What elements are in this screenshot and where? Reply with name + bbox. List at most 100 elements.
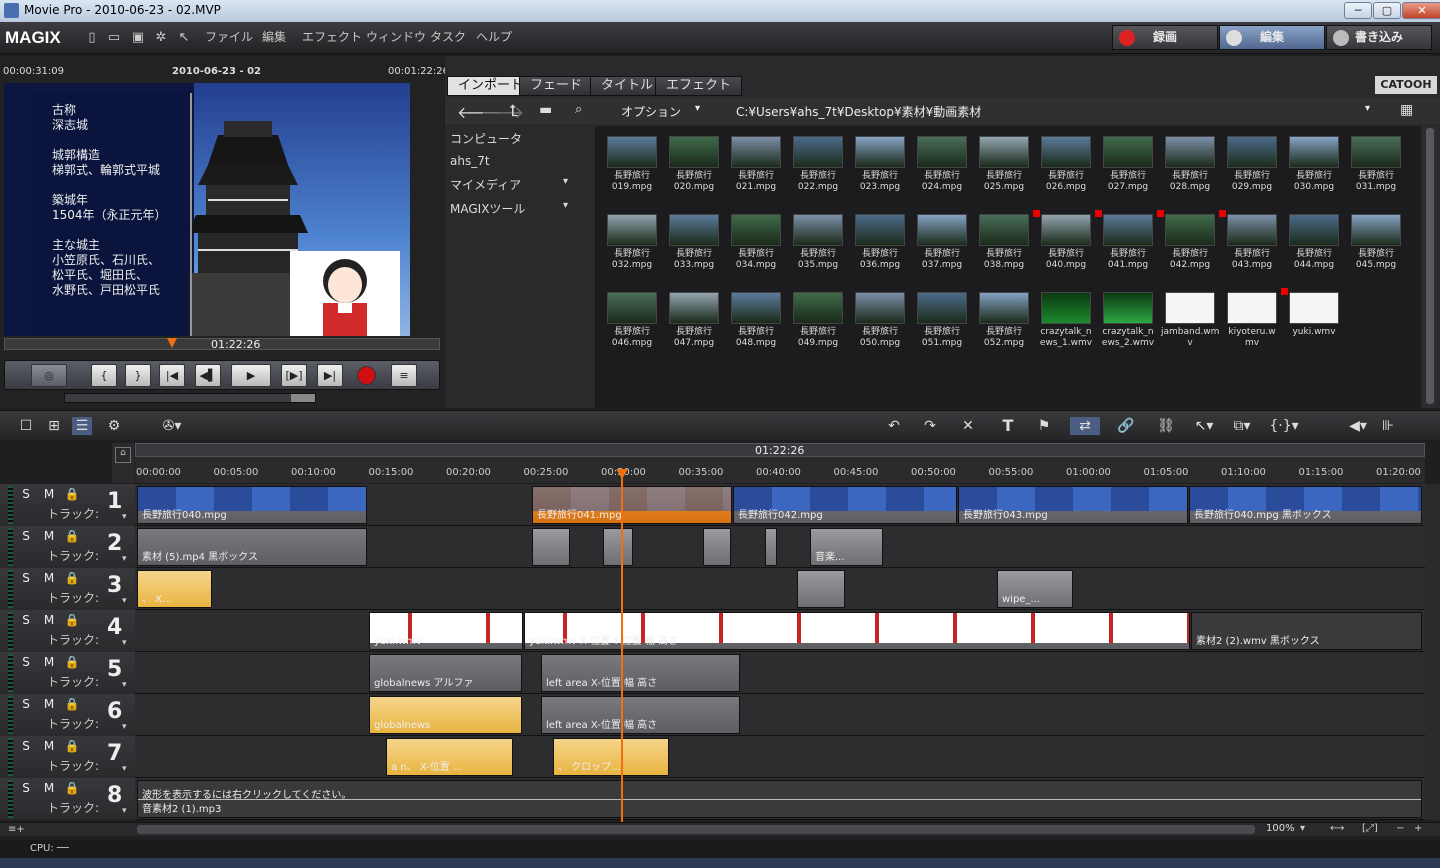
options-dropdown[interactable]: オプション (621, 103, 681, 120)
media-thumbnail[interactable]: 長野旅行 050.mpg (851, 292, 909, 362)
media-clip[interactable]: 長野旅行043.mpg (958, 486, 1188, 524)
zoom-fit-icon[interactable]: ⟷ (1330, 823, 1344, 834)
scrubber-handle[interactable] (167, 338, 177, 348)
marker-flag-icon[interactable]: ⚑ (1034, 417, 1054, 435)
zoom-in-icon[interactable]: + (1414, 823, 1422, 834)
mark-out-button[interactable]: } (125, 364, 151, 387)
media-clip[interactable]: 、 X... (137, 570, 212, 608)
ungroup-icon[interactable]: ⛓ (1152, 417, 1180, 435)
film-reel-dropdown-icon[interactable]: ✇▾ (156, 417, 188, 435)
timeline-track[interactable]: S M 🔒 トラック: 2 ▾ 素材 (5).mp4 黒ボックス 音楽... (0, 526, 1425, 568)
media-thumbnail[interactable]: 長野旅行 024.mpg (913, 136, 971, 206)
media-clip[interactable]: 長野旅行041.mpg (532, 486, 732, 524)
pool-scroll-thumb[interactable] (1426, 128, 1434, 404)
ripple-mode-icon[interactable]: ⇄ (1070, 417, 1100, 435)
media-thumbnail[interactable]: 長野旅行 020.mpg (665, 136, 723, 206)
up-folder-icon[interactable]: ⮤ (509, 101, 518, 121)
media-clip[interactable]: globalnews (369, 696, 522, 734)
folder-icon[interactable]: ▬ (539, 102, 552, 118)
zoom-all-icon[interactable]: [⤢] (1362, 823, 1378, 834)
volume-handle[interactable] (291, 394, 315, 402)
media-thumbnail[interactable]: 長野旅行 026.mpg (1037, 136, 1095, 206)
play-button[interactable]: ▶ (231, 364, 271, 387)
minimize-button[interactable]: ─ (1344, 2, 1372, 19)
timeline-view-icon[interactable]: ☰ (72, 417, 92, 435)
go-to-start-button[interactable]: |◀ (159, 364, 185, 387)
media-clip[interactable]: 素材2 (2).wmv 黒ボックス (1191, 612, 1422, 650)
speaker-icon[interactable]: ◀▾ (1344, 417, 1372, 435)
pool-scrollbar[interactable] (1423, 126, 1437, 408)
menu-edit[interactable]: 編集 (262, 28, 286, 45)
mode-edit-button[interactable]: 編集 (1219, 25, 1325, 50)
lock-icon[interactable]: 🔒 (64, 655, 80, 669)
h-scroll-thumb[interactable] (137, 825, 1255, 834)
storyboard-icon[interactable]: ⊞ (44, 417, 64, 435)
video-screen[interactable]: 古称 深志城 城郭構造 梯郭式、輪郭式平城 築城年 1504年（永正元年） 主な… (4, 83, 410, 336)
playhead[interactable] (621, 470, 623, 822)
options-chevron-down-icon[interactable]: ▾ (695, 103, 700, 114)
step-back-button[interactable]: ◀▌ (195, 364, 221, 387)
timeline-track[interactable]: S M 🔒 トラック: 3 ▾ 、 X... wipe_... (0, 568, 1425, 610)
folder-path[interactable]: C:¥Users¥ahs_7t¥Desktop¥素材¥動画素材 (736, 103, 981, 120)
redo-icon[interactable]: ↷ (920, 417, 940, 435)
title-text-icon[interactable]: T (998, 417, 1018, 435)
solo-button[interactable]: S (18, 487, 34, 501)
media-thumbnail[interactable]: kiyoteru.w mv (1223, 292, 1281, 362)
media-thumbnail[interactable]: 長野旅行 045.mpg (1347, 214, 1405, 284)
media-thumbnail[interactable]: 長野旅行 046.mpg (603, 292, 661, 362)
lock-icon[interactable]: 🔒 (64, 613, 80, 627)
menu-help[interactable]: ヘルプ (476, 28, 512, 45)
media-thumbnail[interactable]: 長野旅行 040.mpg (1033, 210, 1095, 284)
tab-fade[interactable]: フェード (519, 76, 594, 96)
zoom-out-icon[interactable]: − (1396, 823, 1404, 834)
media-thumbnail[interactable]: crazytalk_n ews_2.wmv (1099, 292, 1157, 362)
media-clip[interactable] (797, 570, 845, 608)
media-thumbnail[interactable]: 長野旅行 049.mpg (789, 292, 847, 362)
media-clip[interactable]: a n、 X-位置 ... (386, 738, 513, 776)
track-chevron-icon[interactable]: ▾ (122, 596, 127, 606)
tracks-scrollbar[interactable] (1425, 484, 1440, 820)
media-clip[interactable] (765, 528, 777, 566)
mute-button[interactable]: M (41, 781, 57, 795)
media-thumbnail[interactable]: 長野旅行 029.mpg (1223, 136, 1281, 206)
media-thumbnail[interactable]: jamband.wm v (1161, 292, 1219, 362)
media-thumbnail[interactable]: 長野旅行 047.mpg (665, 292, 723, 362)
media-clip[interactable] (603, 528, 633, 566)
mixer-panel-icon[interactable]: ⊪ (1378, 417, 1398, 435)
close-button[interactable]: ✕ (1402, 2, 1440, 19)
volume-curve[interactable] (138, 799, 1421, 800)
record-button[interactable] (357, 366, 376, 385)
media-thumbnail[interactable]: 長野旅行 042.mpg (1157, 210, 1219, 284)
mute-button[interactable]: M (41, 529, 57, 543)
media-clip[interactable]: 音素材2 (1).mp3 波形を表示するには右クリックしてください。 (137, 780, 1422, 818)
media-clip[interactable]: 長野旅行040.mpg (137, 486, 367, 524)
track-chevron-icon[interactable]: ▾ (122, 764, 127, 774)
media-clip[interactable]: left area X-位置 幅 高さ (541, 654, 740, 692)
solo-button[interactable]: S (18, 781, 34, 795)
delete-icon[interactable]: ✕ (958, 417, 978, 435)
timeline-track[interactable]: S M 🔒 トラック: 1 ▾ 長野旅行040.mpg 長野旅行041.mpg 長野旅行042.… (0, 484, 1425, 526)
media-thumbnail[interactable]: crazytalk_n ews_1.wmv (1037, 292, 1095, 362)
mute-button[interactable]: M (41, 571, 57, 585)
track-chevron-icon[interactable]: ▾ (122, 638, 127, 648)
track-chevron-icon[interactable]: ▾ (122, 680, 127, 690)
mute-button[interactable]: M (41, 613, 57, 627)
tab-title[interactable]: タイトル (590, 76, 665, 96)
mute-button[interactable]: M (41, 697, 57, 711)
timeline-track[interactable]: S M 🔒 トラック: 6 ▾ globalnews left area X-位置 幅 高さ (0, 694, 1425, 736)
effects-dropdown-icon[interactable]: {·}▾ (1266, 417, 1302, 435)
open-folder-icon[interactable]: ▭ (106, 30, 122, 46)
media-thumbnail[interactable]: 長野旅行 033.mpg (665, 214, 723, 284)
mixer-icon[interactable]: ⚙ (104, 417, 124, 435)
media-thumbnail[interactable]: 長野旅行 037.mpg (913, 214, 971, 284)
media-clip[interactable]: 長野旅行040.mpg 黒ボックス (1189, 486, 1422, 524)
media-thumbnail[interactable]: 長野旅行 025.mpg (975, 136, 1033, 206)
track-chevron-icon[interactable]: ▾ (122, 722, 127, 732)
nav-user[interactable]: ahs_7t (450, 154, 490, 168)
timeline-track[interactable]: S M 🔒 トラック: 5 ▾ globalnews アルファ left area X-位置 … (0, 652, 1425, 694)
media-thumbnail[interactable]: 長野旅行 027.mpg (1099, 136, 1157, 206)
single-view-icon[interactable]: ☐ (16, 417, 36, 435)
media-thumbnail[interactable]: 長野旅行 043.mpg (1219, 210, 1281, 284)
menu-task[interactable]: タスク (430, 28, 466, 45)
media-thumbnail[interactable]: 長野旅行 052.mpg (975, 292, 1033, 362)
